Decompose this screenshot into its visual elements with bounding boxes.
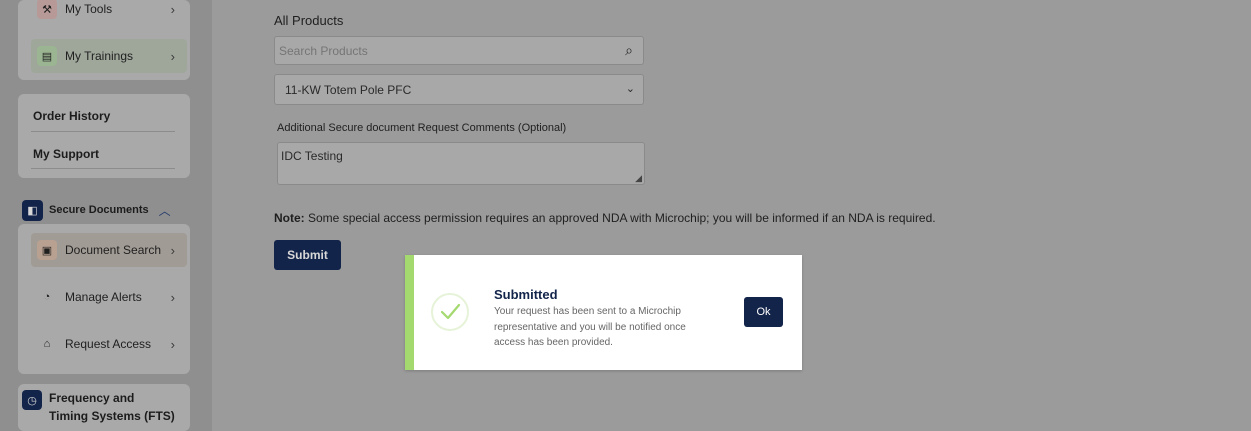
dialog-message-line1: Your request has been sent to a Microchi… <box>494 306 681 317</box>
success-dialog: Submitted Your request has been sent to … <box>405 255 802 370</box>
comments-value: IDC Testing <box>281 149 343 163</box>
chevron-right-icon: › <box>170 289 175 305</box>
chevron-up-icon: ︿ <box>158 203 171 218</box>
sidebar-item-label: Manage Alerts <box>65 290 142 304</box>
my-support-link[interactable]: My Support <box>33 147 99 161</box>
submit-label: Submit <box>287 248 328 262</box>
search-products-field[interactable]: ⌕ <box>274 36 644 65</box>
clock-icon: ◷ <box>22 390 42 410</box>
chevron-right-icon: › <box>170 1 175 17</box>
tools-icon: ⚒ <box>37 0 57 19</box>
success-check-icon <box>430 292 470 332</box>
document-icon: ▣ <box>37 240 57 260</box>
sidebar-item-manage-alerts[interactable]: ◔ Manage Alerts › <box>31 280 187 314</box>
sidebar-item-my-tools[interactable]: ⚒ My Tools › <box>31 0 187 26</box>
secure-documents-header[interactable]: ◧ Secure Documents ︿ <box>22 199 171 221</box>
order-history-link[interactable]: Order History <box>33 109 110 123</box>
sidebar-item-my-trainings[interactable]: ▤ My Trainings › <box>31 39 187 73</box>
secure-documents-icon: ◧ <box>22 199 43 221</box>
search-icon[interactable]: ⌕ <box>625 42 633 59</box>
product-select[interactable]: 11-KW Totem Pole PFC ⌄ <box>274 74 644 105</box>
sidebar-item-label: Document Search <box>65 243 162 257</box>
comments-textarea[interactable]: IDC Testing ◢ <box>277 142 645 185</box>
product-select-value: 11-KW Totem Pole PFC <box>285 83 412 97</box>
sidebar-item-request-access[interactable]: ⌂ Request Access › <box>31 327 187 361</box>
resize-handle-icon[interactable]: ◢ <box>635 173 642 184</box>
success-accent-bar <box>405 255 414 370</box>
sidebar-card-links <box>18 94 190 178</box>
chevron-right-icon: › <box>170 242 175 258</box>
fts-label-line2: Timing Systems (FTS) <box>49 409 175 423</box>
sidebar-item-label: My Trainings <box>65 49 134 63</box>
lock-icon: ⌂ <box>43 338 51 350</box>
sidebar-item-label: Request Access <box>65 337 152 351</box>
chevron-down-icon: ⌄ <box>625 83 635 95</box>
ok-label: Ok <box>756 306 771 318</box>
submit-button[interactable]: Submit <box>274 240 341 270</box>
dialog-title: Submitted <box>494 287 558 302</box>
chevron-right-icon: › <box>170 48 175 64</box>
secure-documents-label: Secure Documents <box>49 204 149 216</box>
sidebar-item-label: My Tools <box>65 2 113 16</box>
all-products-label: All Products <box>274 13 344 28</box>
fts-label-line1: Frequency and <box>49 391 135 405</box>
search-input[interactable] <box>275 37 609 64</box>
dialog-message-line3: access has been provided. <box>494 337 613 348</box>
sidebar-item-document-search[interactable]: ▣ Document Search › <box>31 233 187 267</box>
trainings-icon: ▤ <box>37 46 57 66</box>
note-text: Some special access permission requires … <box>304 211 936 225</box>
ok-button[interactable]: Ok <box>744 297 783 327</box>
note-prefix: Note: <box>274 211 305 225</box>
dialog-message-line2: representative and you will be notified … <box>494 322 686 333</box>
divider <box>31 131 175 132</box>
chevron-right-icon: › <box>170 336 175 352</box>
comments-label: Additional Secure document Request Comme… <box>277 122 567 134</box>
divider <box>31 168 175 169</box>
nda-note: Note: Some special access permission req… <box>274 211 936 225</box>
alert-icon: ◔ <box>43 291 51 303</box>
